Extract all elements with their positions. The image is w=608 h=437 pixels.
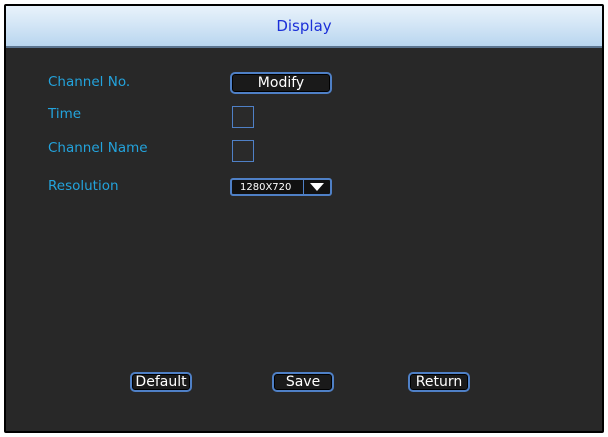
- return-button[interactable]: Return: [408, 372, 470, 392]
- channel-name-label: Channel Name: [48, 140, 148, 156]
- title-bar: Display: [6, 6, 602, 48]
- default-button-label: Default: [135, 374, 187, 390]
- chevron-down-icon[interactable]: [304, 180, 330, 194]
- modify-button[interactable]: Modify: [230, 72, 332, 94]
- save-button[interactable]: Save: [272, 372, 334, 392]
- time-label: Time: [48, 106, 82, 122]
- resolution-select[interactable]: 1280X720: [230, 178, 332, 196]
- channel-name-checkbox[interactable]: [232, 140, 254, 162]
- window-title: Display: [276, 17, 332, 35]
- modify-button-label: Modify: [257, 75, 305, 91]
- save-button-label: Save: [285, 374, 321, 390]
- default-button[interactable]: Default: [130, 372, 192, 392]
- return-button-label: Return: [415, 374, 463, 390]
- time-checkbox[interactable]: [232, 106, 254, 128]
- resolution-label: Resolution: [48, 178, 119, 194]
- channel-no-label: Channel No.: [48, 74, 131, 90]
- display-window: Display Channel No. Modify Time Channel …: [4, 4, 604, 433]
- resolution-value: 1280X720: [232, 180, 304, 194]
